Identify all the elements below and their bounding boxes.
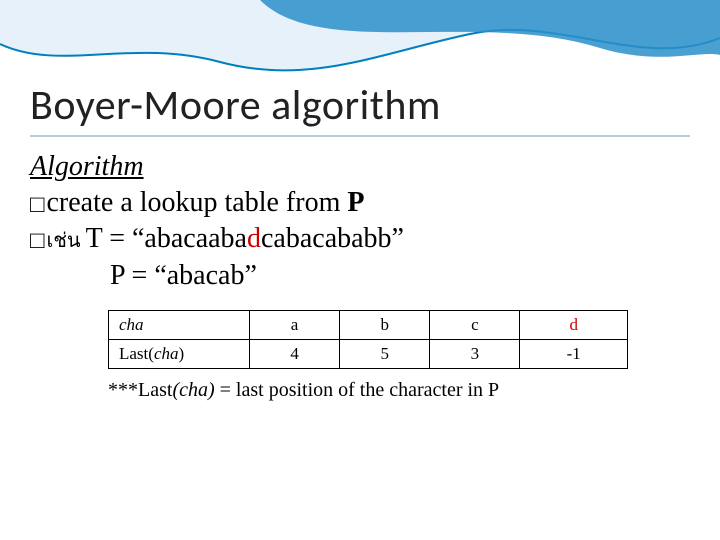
cell-c: 3	[430, 340, 520, 369]
cell-d: -1	[520, 340, 628, 369]
T-post: cabacababb”	[261, 223, 404, 254]
cell-b: 5	[340, 340, 430, 369]
T-pre: T = “abacaaba	[86, 223, 247, 254]
bullet-2-prefix: เช่น	[47, 230, 86, 252]
bullet-1: □create a lookup table from P	[30, 187, 690, 219]
cell-d: d	[520, 311, 628, 340]
footnote: ***Last(cha) = last position of the char…	[108, 379, 690, 402]
T-red-d: d	[247, 223, 261, 254]
slide-body: Boyer-Moore algorithm Algorithm □create …	[0, 0, 720, 540]
table-row: Last(cha) 4 5 3 -1	[109, 340, 628, 369]
row-label: cha	[109, 311, 250, 340]
bullet-icon: □	[30, 191, 45, 219]
bullet-2: □เช่น T = “abacaabadcabacababb”	[30, 223, 690, 256]
bullet-1-text: create a lookup table from	[47, 187, 348, 218]
row-label: Last(cha)	[109, 340, 250, 369]
P-value: P = “abacab”	[110, 260, 257, 291]
cell-b: b	[340, 311, 430, 340]
lookup-table: cha a b c d Last(cha) 4 5 3 -1	[108, 310, 628, 369]
section-heading: Algorithm	[30, 151, 690, 183]
cell-a: a	[250, 311, 340, 340]
cell-c: c	[430, 311, 520, 340]
lookup-table-wrap: cha a b c d Last(cha) 4 5 3 -1	[108, 310, 628, 369]
table-row: cha a b c d	[109, 311, 628, 340]
footnote-last: Last	[138, 379, 172, 401]
slide-title: Boyer-Moore algorithm	[30, 80, 690, 131]
bullet-icon: □	[30, 227, 45, 255]
cell-a: 4	[250, 340, 340, 369]
footnote-rest: = last position of the character in P	[215, 379, 500, 401]
bullet-1-P: P	[347, 187, 364, 218]
footnote-stars: ***	[108, 379, 138, 401]
title-underline	[30, 135, 690, 137]
P-line: P = “abacab”	[30, 260, 690, 292]
footnote-paren: (cha)	[172, 379, 214, 401]
